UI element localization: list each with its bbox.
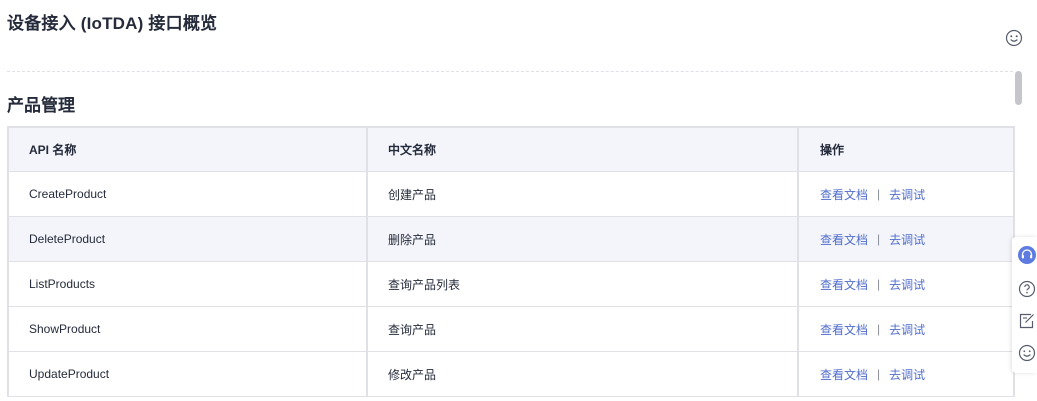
floating-toolbar: [1012, 237, 1037, 373]
help-icon[interactable]: [1018, 280, 1036, 298]
chinese-name-cell: 查询产品: [368, 307, 799, 351]
view-doc-link[interactable]: 查看文档: [820, 186, 868, 203]
table-header-row: API 名称 中文名称 操作: [9, 128, 1013, 172]
smile-icon[interactable]: [1018, 344, 1036, 362]
debug-link[interactable]: 去调试: [889, 231, 925, 248]
view-doc-link[interactable]: 查看文档: [820, 366, 868, 383]
debug-link[interactable]: 去调试: [889, 276, 925, 293]
smile-icon[interactable]: [1005, 29, 1023, 47]
action-separator: |: [877, 187, 881, 201]
debug-link[interactable]: 去调试: [889, 186, 925, 203]
table-row: CreateProduct 创建产品 查看文档 | 去调试: [9, 172, 1013, 217]
api-name-cell: DeleteProduct: [9, 217, 368, 261]
view-doc-link[interactable]: 查看文档: [820, 276, 868, 293]
actions-cell: 查看文档 | 去调试: [799, 352, 1013, 396]
edit-icon[interactable]: [1018, 312, 1036, 330]
column-header-actions: 操作: [820, 143, 845, 157]
scrollbar-thumb[interactable]: [1015, 71, 1022, 105]
actions-cell: 查看文档 | 去调试: [799, 172, 1013, 216]
debug-link[interactable]: 去调试: [889, 366, 925, 383]
view-doc-link[interactable]: 查看文档: [820, 231, 868, 248]
table-row: UpdateProduct 修改产品 查看文档 | 去调试: [9, 352, 1013, 397]
table-row: DeleteProduct 删除产品 查看文档 | 去调试: [9, 217, 1013, 262]
chinese-name-cell: 删除产品: [368, 217, 799, 261]
api-name-cell: ListProducts: [9, 262, 368, 306]
view-doc-link[interactable]: 查看文档: [820, 321, 868, 338]
actions-cell: 查看文档 | 去调试: [799, 262, 1013, 306]
section-title: 产品管理: [7, 96, 75, 115]
chinese-name-cell: 创建产品: [368, 172, 799, 216]
actions-cell: 查看文档 | 去调试: [799, 307, 1013, 351]
column-header-chinese-name: 中文名称: [368, 128, 799, 171]
chinese-name-cell: 查询产品列表: [368, 262, 799, 306]
api-name-cell: UpdateProduct: [9, 352, 368, 396]
headset-icon[interactable]: [1018, 246, 1036, 264]
debug-link[interactable]: 去调试: [889, 321, 925, 338]
table-row: ShowProduct 查询产品 查看文档 | 去调试: [9, 307, 1013, 352]
column-header-api-name: API 名称: [9, 128, 368, 171]
action-separator: |: [877, 367, 881, 381]
api-table: API 名称 中文名称 操作 CreateProduct 创建产品 查看文档 |…: [7, 126, 1015, 397]
action-separator: |: [877, 322, 881, 336]
action-separator: |: [877, 232, 881, 246]
actions-cell: 查看文档 | 去调试: [799, 217, 1013, 261]
page-title: 设备接入 (IoTDA) 接口概览: [7, 14, 218, 33]
action-separator: |: [877, 277, 881, 291]
section-divider: [7, 71, 1013, 72]
api-name-cell: ShowProduct: [9, 307, 368, 351]
api-name-cell: CreateProduct: [9, 172, 368, 216]
chinese-name-cell: 修改产品: [368, 352, 799, 396]
table-row: ListProducts 查询产品列表 查看文档 | 去调试: [9, 262, 1013, 307]
